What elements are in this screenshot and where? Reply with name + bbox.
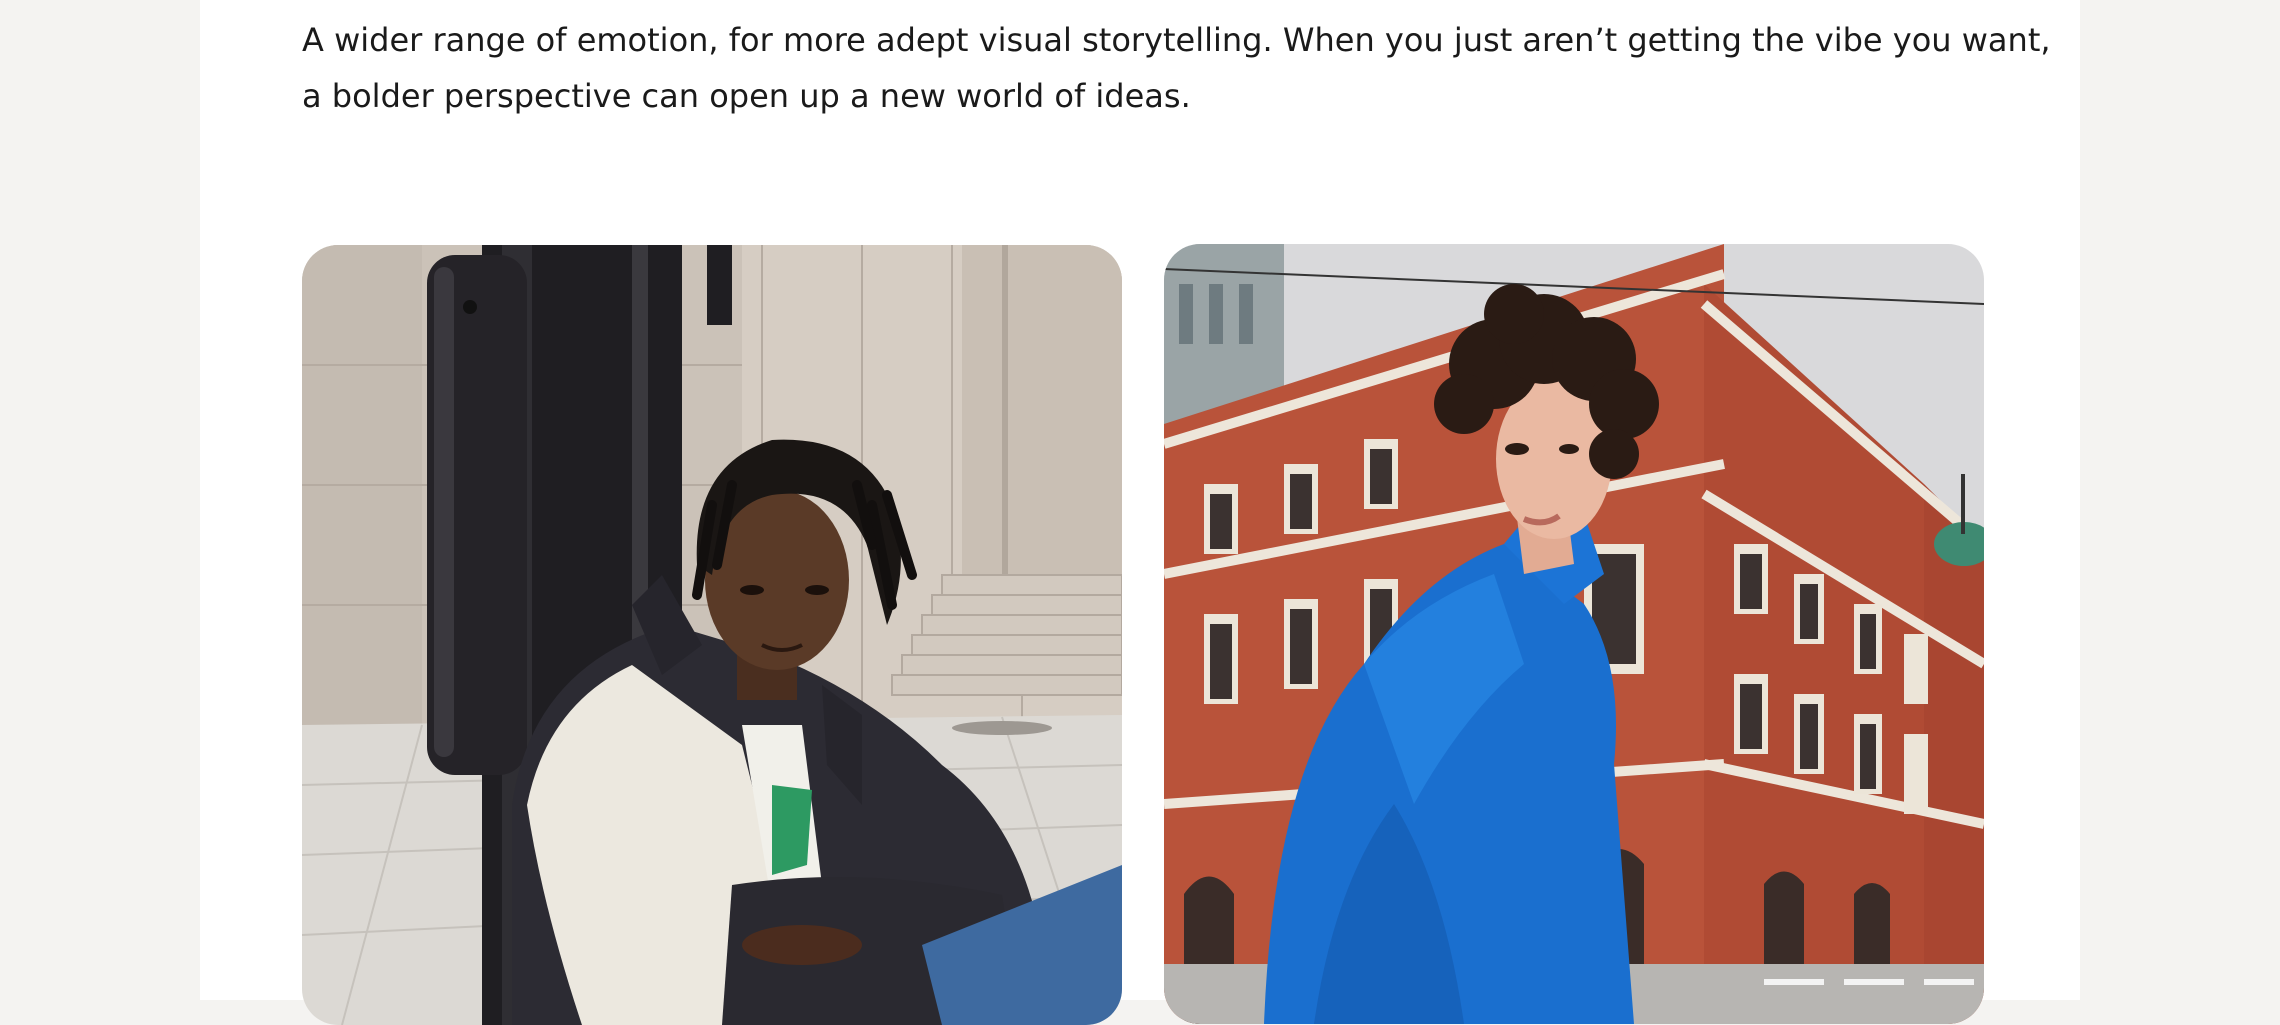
photo-card-hoodie-portrait[interactable] <box>1164 244 1984 1024</box>
photo-gallery <box>302 244 1984 1025</box>
content-panel: A wider range of emotion, for more adept… <box>200 0 2080 1025</box>
photo-card-pole-portrait[interactable] <box>302 245 1122 1025</box>
intro-line-1: A wider range of emotion, for more adept… <box>302 21 2051 59</box>
intro-line-2: a bolder perspective can open up a new w… <box>302 77 1191 115</box>
intro-paragraph: A wider range of emotion, for more adept… <box>302 12 2051 124</box>
portrait-photo-pole <box>302 245 1122 1025</box>
portrait-photo-hoodie <box>1164 244 1984 1024</box>
